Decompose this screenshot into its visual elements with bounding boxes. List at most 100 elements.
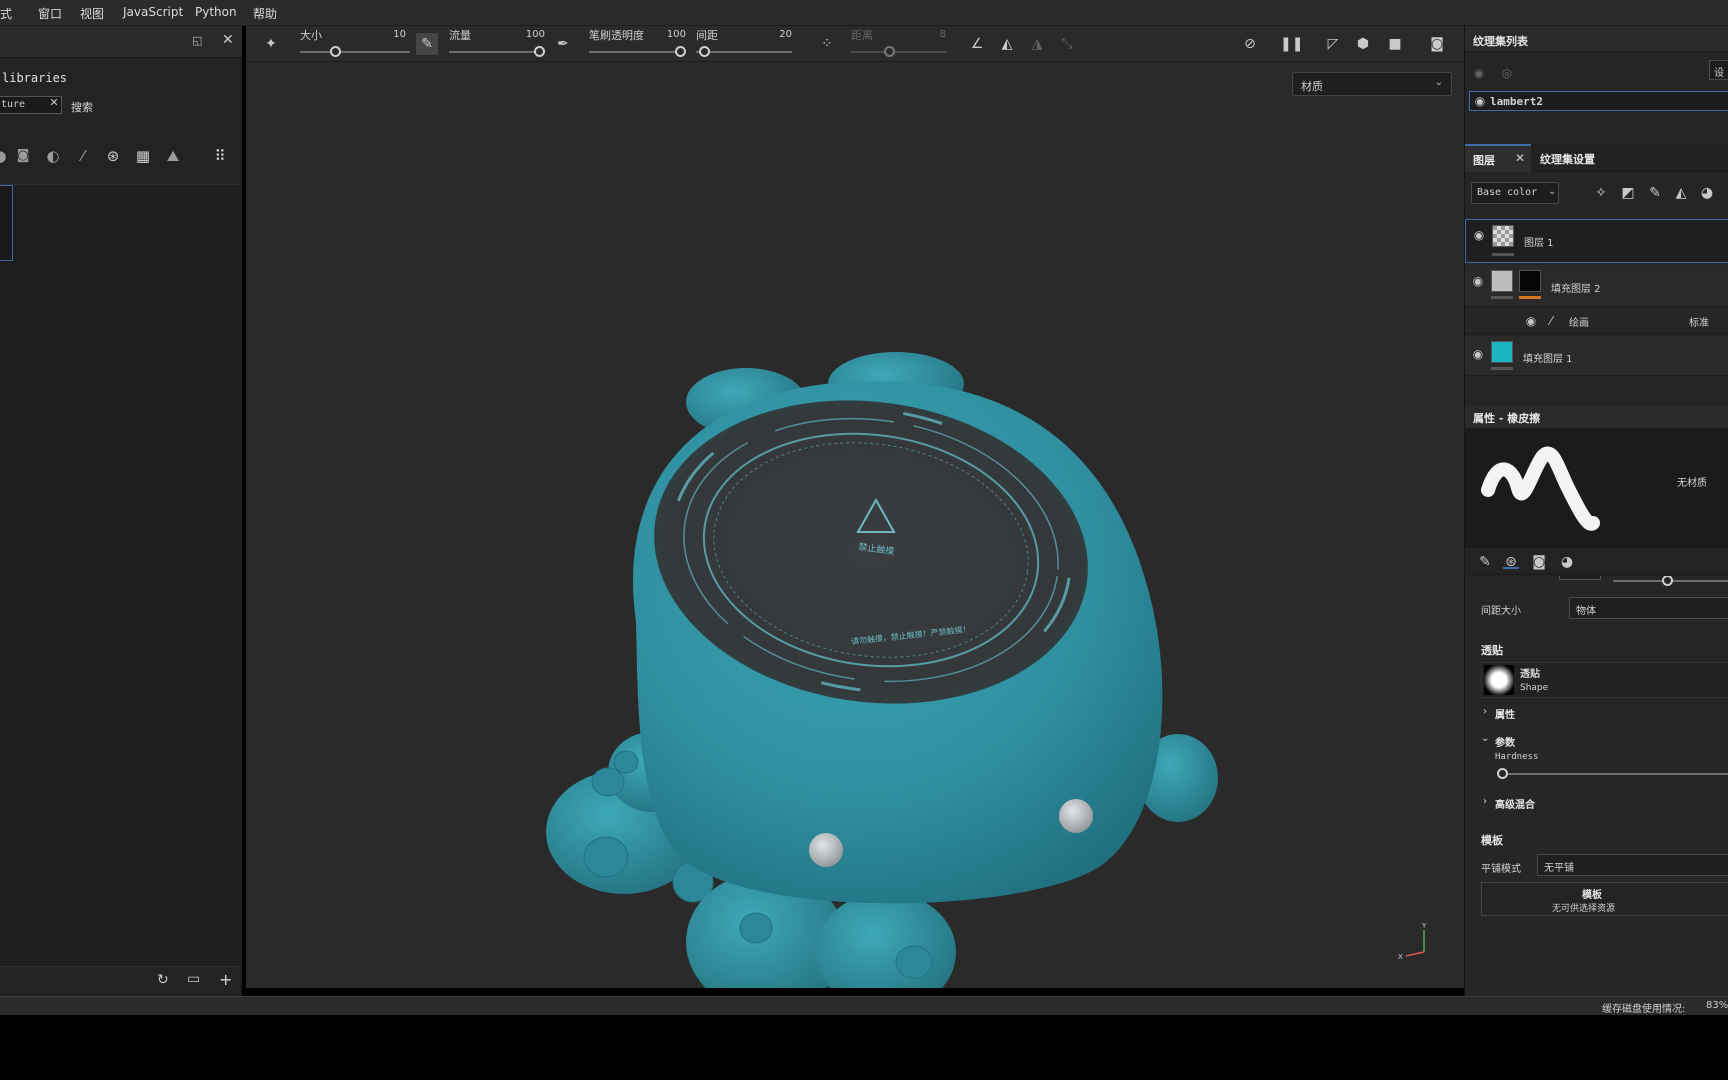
layer-visibility-icon[interactable]: ◉ [1470,347,1486,361]
material-filter-icon[interactable]: ● [0,146,10,166]
tiling-mode-label: 平铺模式 [1481,864,1521,875]
layer-row-3[interactable]: ◉ 填充图层 1 [1465,336,1728,376]
refresh-icon[interactable]: ↻ [157,972,169,988]
tab-alpha-icon[interactable]: ◙ [1531,555,1547,569]
3d-viewport[interactable]: 材质 ⌄ 禁止触摸 请勿触摸，禁止触摸！严禁触摸！ Y X [246,62,1464,988]
add-smart-material-icon[interactable]: ◕ [1699,186,1715,200]
tab-material-icon[interactable]: ⊛ [1503,555,1519,569]
size-slider-track[interactable] [300,51,410,53]
menu-bar: 式 窗口 视图 JavaScript Python 帮助 [0,0,1728,26]
3d-cube-icon[interactable]: ⬢ [1352,33,1374,55]
tab-texture-set-settings[interactable]: 纹理集设置 [1533,144,1603,172]
add-fill-layer-icon[interactable]: ◭ [1673,186,1689,200]
advanced-blend-label[interactable]: 高级混合 [1495,796,1535,811]
close-tab-icon[interactable]: ✕ [1515,151,1525,165]
distance-slider-handle[interactable] [884,46,895,57]
smart-material-icon[interactable]: ◐ [43,146,63,166]
view-mode-icon[interactable]: ◸ [1322,33,1344,55]
tab-layers[interactable]: 图层 ✕ [1465,144,1531,172]
channel-select[interactable]: Base color ⌄ [1471,182,1559,204]
stencil-slot-button[interactable]: 模板 无可供选择资源 [1481,882,1728,916]
selected-asset-tile[interactable] [0,185,13,261]
eye-outline-icon[interactable]: ◎ [1499,66,1515,80]
camera-icon[interactable]: ■ [1384,33,1406,55]
mirror-symmetry-icon[interactable]: ◭ [996,33,1018,55]
blend-mode-value[interactable]: 标准 [1689,314,1709,329]
alpha-filter-icon[interactable]: ⊛ [103,146,123,166]
add-mask-icon[interactable]: ◩ [1620,186,1636,200]
close-panel-icon[interactable]: ✕ [222,32,234,48]
flow-slider-track[interactable] [449,51,544,53]
flow-label: 流量 [449,29,471,42]
environment-filter-icon[interactable]: ⛰ [163,146,183,166]
eye-icon[interactable]: ◉ [1471,66,1487,80]
library-footer: ↻ ▭ + [0,966,240,994]
folder-icon[interactable]: ▭ [187,971,200,987]
layer-indicator [1491,367,1513,370]
hardness-slider-track[interactable] [1501,773,1728,775]
menu-item-view[interactable]: 视图 [80,5,104,22]
angle-icon[interactable]: ∠ [966,33,988,55]
spacing-slider-handle[interactable] [1662,576,1673,586]
brush-opacity-slider-track[interactable] [589,51,681,53]
spacing-label: 间距 [696,29,718,42]
hide-viewport-icon[interactable]: ⊘ [1239,33,1261,55]
brush-filter-icon[interactable]: ⁄ [73,146,93,166]
opacity-pen-icon[interactable]: ✒ [552,33,574,55]
hardness-slider-handle[interactable] [1497,768,1508,779]
screenshot-icon[interactable]: ◙ [1426,33,1448,55]
character-model[interactable]: 禁止触摸 请勿触摸，禁止触摸！严禁触摸！ Y X [246,62,1464,988]
add-paint-layer-icon[interactable]: ✎ [1647,186,1663,200]
texture-set-visibility-icon[interactable]: ◉ [1472,94,1488,108]
paint-brush-icon: ⁄ [1549,314,1552,328]
size-slider-handle[interactable] [330,46,341,57]
distance-slider-track[interactable] [851,51,947,53]
procedural-filter-icon[interactable]: ▦ [133,146,153,166]
transform-icon[interactable]: ⤡ [1056,33,1078,55]
float-panel-icon[interactable]: ◱ [192,34,202,47]
add-icon[interactable]: + [219,970,232,989]
tab-brush-icon[interactable]: ✎ [1477,555,1493,569]
layer-row-1[interactable]: ◉ 图层 1 [1465,219,1728,263]
menu-item-javascript[interactable]: JavaScript [123,5,183,19]
attributes-label[interactable]: 属性 [1495,706,1515,721]
axis-y-label: Y [1421,922,1427,930]
pause-icon[interactable]: ❚❚ [1280,33,1303,55]
tiling-mode-select[interactable]: 无平铺 [1537,854,1728,876]
effect-visibility-icon[interactable]: ◉ [1523,314,1539,328]
layer-visibility-icon[interactable]: ◉ [1470,274,1486,288]
layer-row-2[interactable]: ◉ 填充图层 2 [1465,265,1728,307]
erase-symmetry-icon[interactable]: ◮ [1026,33,1048,55]
brush-opacity-slider-handle[interactable] [675,46,686,57]
chevron-right-icon[interactable]: › [1483,796,1487,807]
library-filter-bar: ● ◙ ◐ ⁄ ⊛ ▦ ⛰ ⠿ [0,146,242,168]
menu-item-python[interactable]: Python [195,5,237,19]
layer-visibility-icon[interactable]: ◉ [1471,228,1487,242]
flow-slider-handle[interactable] [534,46,545,57]
alpha-shape: Shape [1520,683,1549,693]
mask-filter-icon[interactable]: ◙ [13,146,33,166]
texture-set-settings-button[interactable]: 设置 [1709,60,1728,80]
alpha-slot[interactable]: 透贴 Shape [1481,662,1728,698]
parameters-label[interactable]: 参数 [1495,734,1515,749]
magic-wand-icon[interactable]: ✧ [1593,186,1609,200]
menu-item-mode[interactable]: 式 [0,5,12,22]
flow-pen-icon[interactable]: ✎ [416,33,438,55]
chevron-right-icon[interactable]: › [1483,706,1487,717]
menu-item-help[interactable]: 帮助 [253,5,277,22]
brush-preview: 无材质 [1465,428,1728,548]
spacing-input[interactable] [1559,576,1601,580]
menu-item-window[interactable]: 窗口 [38,5,62,22]
texture-set-item[interactable]: ◉ lambert2 [1469,91,1728,111]
tab-stencil-icon[interactable]: ◕ [1559,555,1575,569]
spacing-size-select[interactable]: 物体 [1569,597,1728,619]
spacing-slider-handle[interactable] [699,46,710,57]
layer-row-paint-effect[interactable]: ◉ ⁄ 绘画 标准 [1465,308,1728,334]
spacing-slider-track[interactable] [696,51,792,53]
symmetry-tool-icon[interactable]: ✦ [260,33,282,55]
grid-view-icon[interactable]: ⠿ [210,146,230,166]
stencil-section-title: 模板 [1481,834,1503,847]
lazy-mouse-icon[interactable]: ⁘ [816,33,838,55]
chevron-down-icon[interactable]: ⌄ [1481,733,1489,744]
clear-search-icon[interactable]: ✕ [48,96,60,112]
